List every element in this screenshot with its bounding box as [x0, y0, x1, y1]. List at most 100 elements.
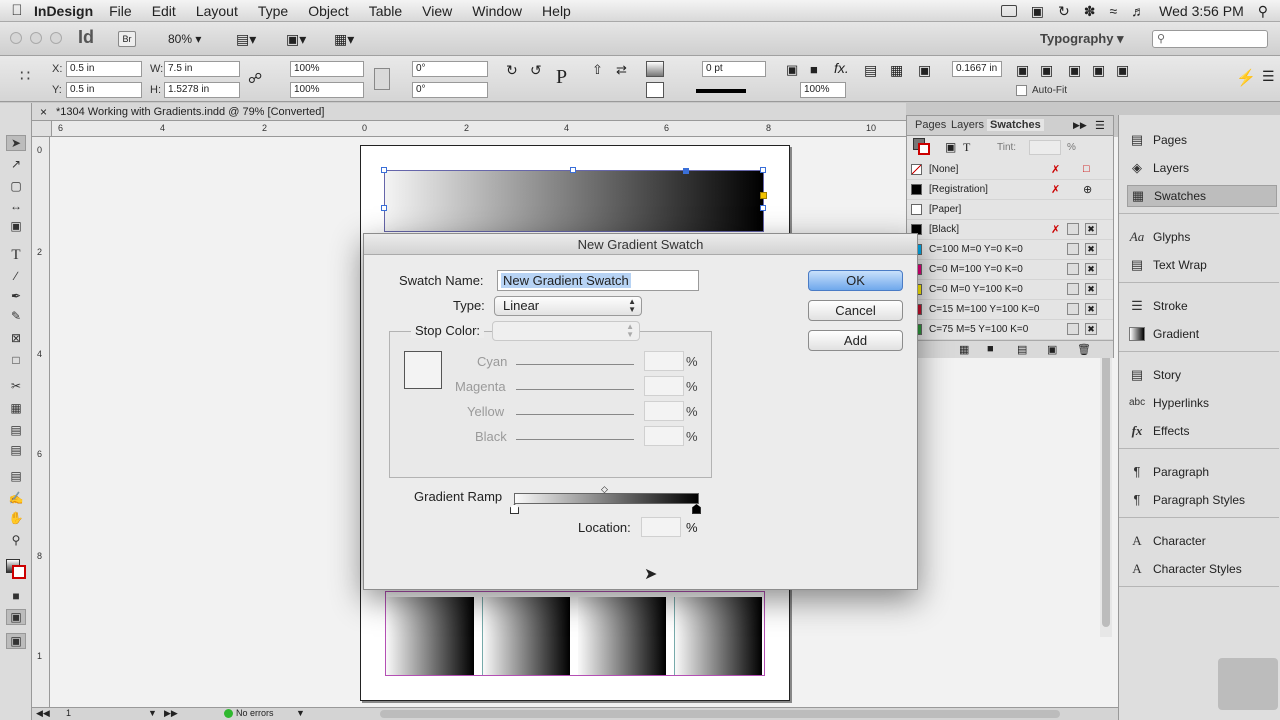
- fit-content-icon[interactable]: ▣: [1016, 62, 1029, 79]
- dock-item-stroke[interactable]: ☰ Stroke: [1127, 295, 1277, 317]
- ruler-origin[interactable]: [32, 121, 52, 137]
- shear-angle-field[interactable]: 0°: [412, 82, 488, 98]
- volume-icon[interactable]: ♬: [1131, 3, 1145, 19]
- zoom-window-button[interactable]: [50, 32, 62, 44]
- gradient-box[interactable]: [578, 597, 666, 675]
- free-transform-tool-icon[interactable]: ▦: [6, 401, 26, 417]
- cancel-button[interactable]: Cancel: [808, 300, 903, 321]
- content-indicator[interactable]: [760, 192, 767, 199]
- menu-type[interactable]: Type: [258, 3, 288, 19]
- swatch-row[interactable]: C=15 M=100 Y=100 K=0 ✖: [907, 300, 1113, 320]
- magenta-slider[interactable]: [516, 389, 634, 390]
- close-window-button[interactable]: [10, 32, 22, 44]
- workspace-switcher[interactable]: Typography ▾: [1040, 31, 1124, 47]
- page-number-field[interactable]: 1: [66, 708, 71, 718]
- align-icon[interactable]: ▦: [890, 62, 903, 79]
- dock-item-swatches[interactable]: ▦ Swatches: [1127, 185, 1277, 207]
- tab-layers[interactable]: Layers: [951, 119, 984, 131]
- selection-handle[interactable]: [760, 205, 766, 211]
- menu-file[interactable]: File: [109, 3, 132, 19]
- time-machine-icon[interactable]: ↻: [1058, 3, 1070, 20]
- document-tab-title[interactable]: *1304 Working with Gradients.indd @ 79% …: [56, 106, 324, 118]
- link-scale-icon[interactable]: [374, 68, 390, 90]
- apply-color-icon[interactable]: ■: [6, 589, 26, 605]
- location-field[interactable]: [641, 517, 681, 537]
- view-options-icon[interactable]: ▤▾: [236, 31, 256, 48]
- scale-x-field[interactable]: 100%: [290, 61, 364, 77]
- stop-color-dropdown[interactable]: ▲ ▼: [492, 321, 640, 341]
- menu-extra-icon[interactable]: [1000, 5, 1017, 17]
- bridge-button[interactable]: Br: [118, 31, 136, 47]
- preflight-status-text[interactable]: No errors: [236, 708, 274, 718]
- dock-item-story[interactable]: ▤ Story: [1127, 364, 1277, 386]
- swatch-row[interactable]: C=100 M=0 Y=0 K=0 ✖: [907, 240, 1113, 260]
- swatch-row[interactable]: [Registration] ✗ ⊕: [907, 180, 1113, 200]
- dialog-title[interactable]: New Gradient Swatch: [364, 234, 917, 255]
- selection-handle[interactable]: [381, 205, 387, 211]
- select-previous-icon[interactable]: ⇄: [616, 62, 627, 78]
- width-field[interactable]: 7.5 in: [164, 61, 240, 77]
- formatting-container-icon[interactable]: ▣: [945, 140, 956, 154]
- pen-tool-icon[interactable]: ✒: [6, 289, 26, 305]
- add-button[interactable]: Add: [808, 330, 903, 351]
- yellow-value-field[interactable]: [644, 401, 684, 421]
- selection-tool-icon[interactable]: ➤: [6, 135, 26, 151]
- menu-help[interactable]: Help: [542, 3, 571, 19]
- reference-point-icon[interactable]: ∷: [20, 66, 30, 86]
- line-tool-icon[interactable]: ∕: [6, 269, 26, 285]
- page-menu-icon[interactable]: ▼: [148, 708, 157, 718]
- menu-object[interactable]: Object: [308, 3, 348, 19]
- effects-square-icon[interactable]: ■: [810, 62, 818, 77]
- gradient-ramp[interactable]: [514, 493, 699, 504]
- dock-item-text-wrap[interactable]: ▤ Text Wrap: [1127, 254, 1277, 276]
- gradient-feather-tool-icon[interactable]: ▤: [6, 443, 26, 459]
- close-document-icon[interactable]: ×: [40, 105, 47, 119]
- dock-item-paragraph[interactable]: ¶ Paragraph: [1127, 461, 1277, 483]
- opacity-field[interactable]: 100%: [800, 82, 846, 98]
- swatch-row[interactable]: [None] ✗ □: [907, 160, 1113, 180]
- screen-mode-tool-icon[interactable]: ▣: [6, 633, 26, 649]
- text-wrap-icon[interactable]: ▤: [864, 62, 877, 79]
- hand-tool-icon[interactable]: ✋: [6, 511, 26, 527]
- swatch-row[interactable]: C=0 M=100 Y=0 K=0 ✖: [907, 260, 1113, 280]
- app-menu[interactable]: InDesign: [34, 3, 93, 19]
- rectangle-tool-icon[interactable]: □: [6, 353, 26, 369]
- stroke-proxy-icon[interactable]: [12, 565, 26, 579]
- horizontal-scroll-thumb[interactable]: [380, 710, 1060, 718]
- frame-fitting-icon[interactable]: ▣: [918, 62, 931, 79]
- apple-menu-icon[interactable]: : [0, 2, 34, 19]
- height-field[interactable]: 1.5278 in: [164, 82, 240, 98]
- zoom-tool-icon[interactable]: ⚲: [6, 533, 26, 549]
- menu-table[interactable]: Table: [369, 3, 402, 19]
- rotation-angle-field[interactable]: 0°: [412, 61, 488, 77]
- preflight-menu-icon[interactable]: ▼: [296, 708, 305, 718]
- black-value-field[interactable]: [644, 426, 684, 446]
- panel-collapse-icon[interactable]: ▶▶: [1073, 120, 1087, 131]
- swatch-row[interactable]: C=0 M=0 Y=100 K=0 ✖: [907, 280, 1113, 300]
- menu-edit[interactable]: Edit: [152, 3, 176, 19]
- delete-swatch-icon[interactable]: 🗑: [1077, 343, 1091, 356]
- screen-mode-icon[interactable]: ▣▾: [286, 31, 306, 48]
- left-stop-marker[interactable]: [510, 504, 519, 514]
- show-all-swatches-icon[interactable]: ▦: [959, 343, 969, 356]
- panel-menu-icon[interactable]: ☰: [1262, 68, 1275, 85]
- swatch-name-input[interactable]: New Gradient Swatch: [497, 270, 699, 291]
- fit-frame-icon[interactable]: ▣: [1040, 62, 1053, 79]
- stroke-swatch[interactable]: [646, 82, 664, 98]
- ok-button[interactable]: OK: [808, 270, 903, 291]
- menu-window[interactable]: Window: [472, 3, 522, 19]
- gradient-rectangle-selected[interactable]: [384, 170, 764, 232]
- menu-layout[interactable]: Layout: [196, 3, 238, 19]
- rotate-icon[interactable]: ↻: [506, 62, 518, 79]
- new-swatch-icon[interactable]: ▣: [1047, 343, 1057, 356]
- clock[interactable]: Wed 3:56 PM: [1159, 3, 1244, 19]
- scissors-tool-icon[interactable]: ✂: [6, 379, 26, 395]
- rotate-ccw-icon[interactable]: ↺: [530, 62, 542, 79]
- black-slider[interactable]: [516, 439, 634, 440]
- panel-options-icon[interactable]: ☰: [1095, 119, 1105, 132]
- dock-item-character-styles[interactable]: A Character Styles: [1127, 558, 1277, 580]
- tint-field[interactable]: [1029, 140, 1061, 155]
- pencil-tool-icon[interactable]: ✎: [6, 309, 26, 325]
- display-icon[interactable]: ▣: [1031, 3, 1044, 20]
- show-color-swatches-icon[interactable]: ■: [987, 343, 994, 355]
